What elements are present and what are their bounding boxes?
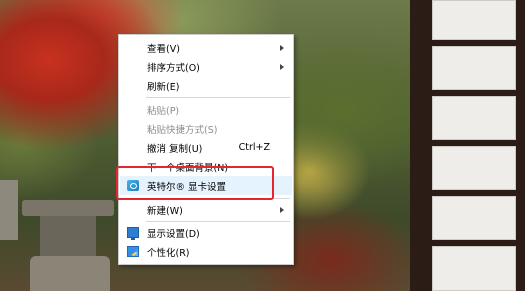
menu-item-label: 个性化(R) [147,247,190,259]
menu-item-new[interactable]: 新建(W) [120,200,292,219]
menu-item-personalize[interactable]: 个性化(R) [120,242,292,261]
menu-item-label: 刷新(E) [147,81,180,93]
menu-item-label: 粘贴快捷方式(S) [147,124,218,136]
wallpaper-shoji-pane [432,146,516,190]
wallpaper-small-lantern [0,180,18,240]
wallpaper-shoji-pane [432,196,516,240]
wallpaper-shoji-pane [432,96,516,140]
submenu-arrow-icon [280,44,284,51]
wallpaper-lantern-base [30,256,110,291]
menu-item-sort-by[interactable]: 排序方式(O) [120,57,292,76]
menu-item-label: 英特尔® 显卡设置 [147,181,227,193]
submenu-arrow-icon [280,63,284,70]
intel-graphics-icon [127,180,139,191]
menu-item-view[interactable]: 查看(V) [120,38,292,57]
menu-item-undo-copy[interactable]: 撤消 复制(U) Ctrl+Z [120,138,292,157]
menu-item-label: 粘贴(P) [147,105,180,117]
submenu-arrow-icon [280,206,284,213]
menu-item-next-desktop-background[interactable]: 下一个桌面背景(N) [120,157,292,176]
wallpaper-shoji-pane [432,0,516,40]
menu-item-paste[interactable]: 粘贴(P) [120,100,292,119]
wallpaper-lantern-body [40,216,96,256]
menu-separator [146,221,290,222]
menu-item-label: 新建(W) [147,205,183,217]
desktop-context-menu: 查看(V) 排序方式(O) 刷新(E) 粘贴(P) 粘贴快捷方式(S) 撤消 复… [118,34,294,265]
menu-item-label: 下一个桌面背景(N) [147,162,229,174]
menu-item-refresh[interactable]: 刷新(E) [120,76,292,95]
menu-item-intel-graphics-settings[interactable]: 英特尔® 显卡设置 [120,176,292,195]
display-settings-icon [127,227,139,240]
menu-item-shortcut: Ctrl+Z [238,142,270,153]
wallpaper-shoji-pane [432,46,516,90]
menu-separator [146,97,290,98]
menu-item-label: 显示设置(D) [147,228,200,240]
menu-item-label: 撤消 复制(U) [147,143,203,155]
menu-item-label: 查看(V) [147,43,180,55]
wallpaper-lantern-roof [22,200,114,216]
wallpaper-shoji-pane [432,246,516,291]
menu-item-label: 排序方式(O) [147,62,200,74]
menu-item-paste-shortcut[interactable]: 粘贴快捷方式(S) [120,119,292,138]
menu-separator [146,198,290,199]
personalize-icon [127,246,139,257]
menu-item-display-settings[interactable]: 显示设置(D) [120,223,292,242]
